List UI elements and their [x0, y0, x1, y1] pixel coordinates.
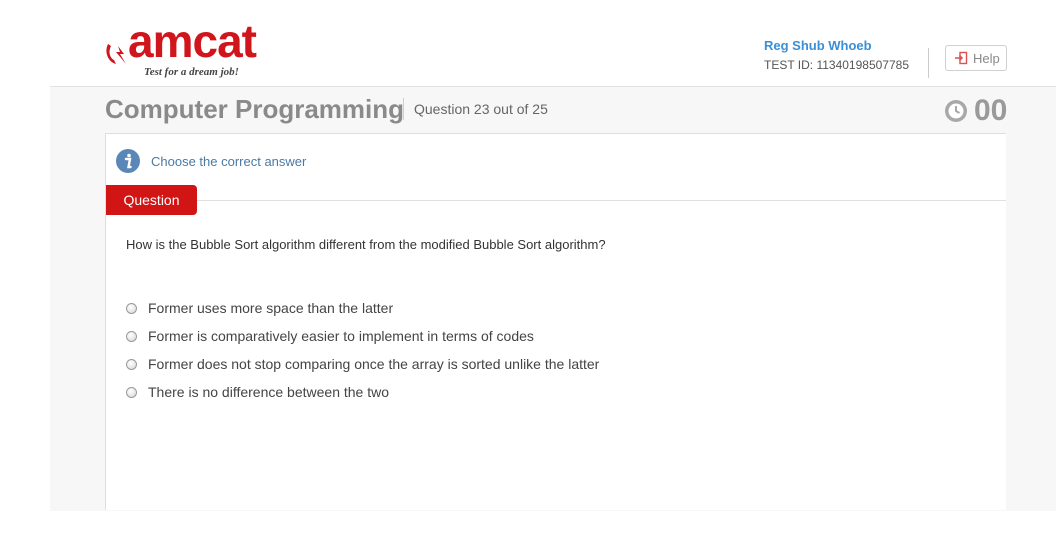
answer-option-label[interactable]: Former does not stop comparing once the …	[148, 356, 599, 372]
answer-option-label[interactable]: Former uses more space than the latter	[148, 300, 393, 316]
amcat-logo: amcat Test for a dream job!	[104, 16, 274, 80]
answer-option[interactable]: Former is comparatively easier to implem…	[126, 322, 599, 350]
answer-option[interactable]: Former uses more space than the latter	[126, 294, 599, 322]
instruction-text: Choose the correct answer	[151, 153, 307, 169]
question-text: How is the Bubble Sort algorithm differe…	[126, 237, 606, 252]
question-divider	[197, 200, 1006, 201]
question-tab: Question	[106, 185, 197, 215]
answer-option[interactable]: There is no difference between the two	[126, 378, 599, 406]
sign-in-icon	[954, 51, 968, 65]
test-id: TEST ID: 11340198507785	[764, 58, 909, 72]
user-name: Reg Shub Whoeb	[764, 38, 872, 53]
answer-option[interactable]: Former does not stop comparing once the …	[126, 350, 599, 378]
page-title: Computer Programming	[105, 94, 405, 124]
answer-options: Former uses more space than the latter F…	[126, 294, 599, 406]
question-counter: Question 23 out of 25	[414, 101, 548, 117]
radio-button[interactable]	[126, 330, 137, 342]
answer-option-label[interactable]: Former is comparatively easier to implem…	[148, 328, 534, 344]
instruction: Choose the correct answer	[116, 149, 306, 173]
clock-icon	[944, 99, 968, 123]
help-button[interactable]: Help	[945, 45, 1007, 71]
answer-option-label[interactable]: There is no difference between the two	[148, 384, 389, 400]
header-divider	[928, 48, 929, 78]
logo-tagline: Test for a dream job!	[144, 66, 239, 78]
timer: 00	[944, 94, 1007, 128]
logo-text: amcat	[128, 15, 257, 67]
help-label: Help	[973, 50, 1000, 66]
title-divider	[403, 98, 404, 120]
radio-button[interactable]	[126, 386, 137, 398]
radio-button[interactable]	[126, 358, 137, 370]
header: amcat Test for a dream job! Reg Shub Who…	[0, 0, 1056, 86]
timer-value: 00	[974, 94, 1008, 127]
info-icon	[116, 149, 140, 173]
radio-button[interactable]	[126, 302, 137, 314]
